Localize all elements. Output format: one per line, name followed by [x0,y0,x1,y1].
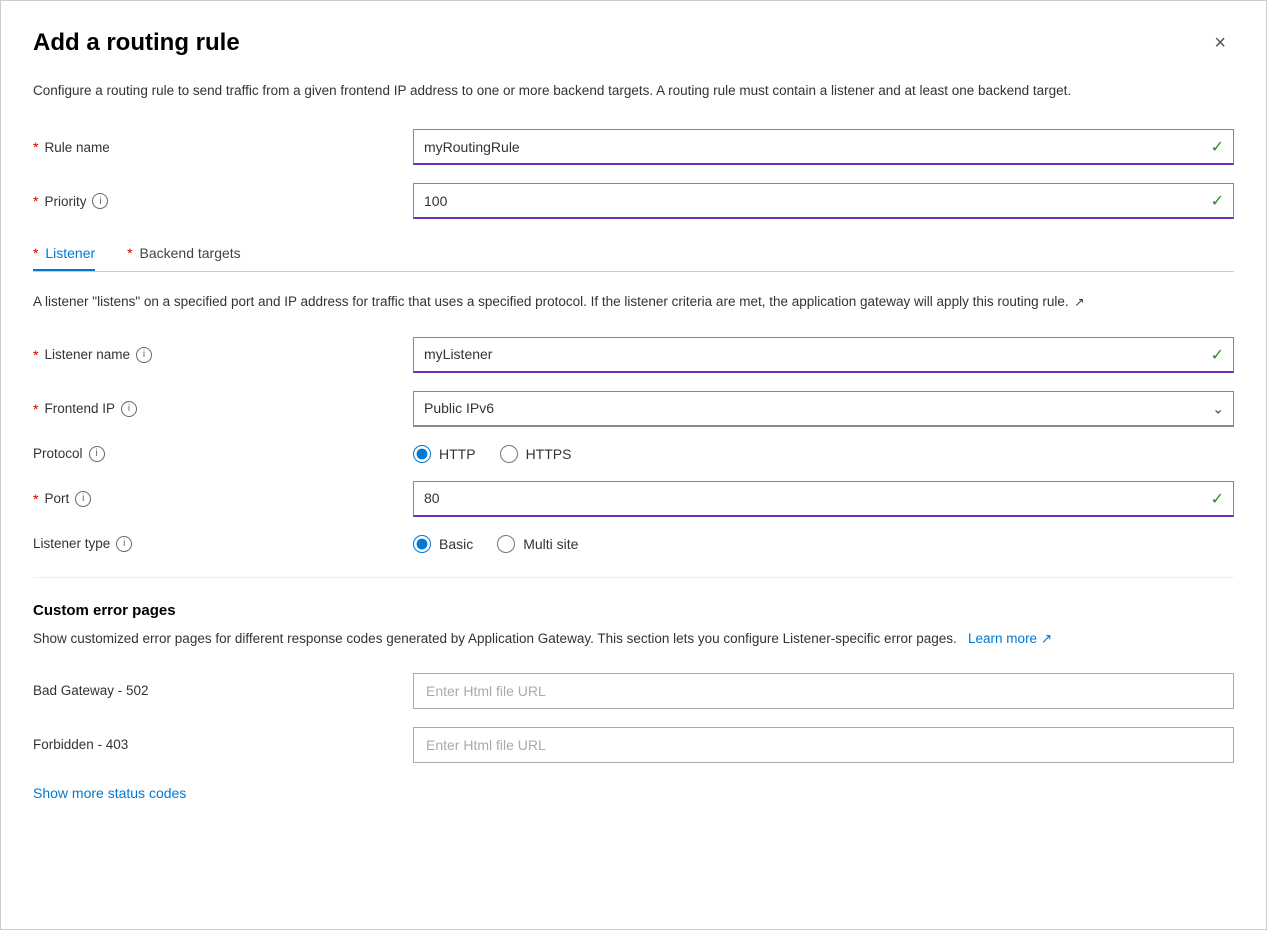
listener-name-control: ✓ [413,337,1234,373]
protocol-http-radio[interactable] [413,445,431,463]
forbidden-label: Forbidden - 403 [33,737,413,752]
listener-external-link-icon: ↗ [1074,293,1084,311]
priority-check-icon: ✓ [1211,191,1224,211]
tab-listener[interactable]: * Listener [33,237,95,271]
priority-row: * Priority i ✓ [33,183,1234,219]
priority-label: * Priority i [33,193,413,209]
port-label: * Port i [33,491,413,507]
protocol-info-icon: i [89,446,105,462]
listener-type-basic-label: Basic [439,536,473,552]
frontend-ip-info-icon: i [121,401,137,417]
forbidden-row: Forbidden - 403 [33,727,1234,763]
tab-listener-label: Listener [45,245,95,261]
learn-more-text: Learn more [968,631,1037,646]
listener-type-label: Listener type i [33,536,413,552]
priority-text: Priority [44,194,86,209]
dialog-title: Add a routing rule [33,29,240,57]
frontend-ip-row: * Frontend IP i Public IPv4 Public IPv6 … [33,391,1234,427]
rule-name-control: ✓ [413,129,1234,165]
protocol-row: Protocol i HTTP HTTPS [33,445,1234,463]
dialog-description: Configure a routing rule to send traffic… [33,81,1183,101]
listener-desc-text: A listener "listens" on a specified port… [33,294,1069,309]
listener-name-input[interactable] [413,337,1234,373]
frontend-ip-text: Frontend IP [44,401,115,416]
bad-gateway-label: Bad Gateway - 502 [33,683,413,698]
priority-required-star: * [33,193,38,209]
listener-type-multisite-option[interactable]: Multi site [497,535,578,553]
listener-name-text: Listener name [44,347,130,362]
rule-name-required-star: * [33,139,38,155]
tabs-container: * Listener * Backend targets [33,237,1234,272]
listener-name-info-icon: i [136,347,152,363]
protocol-http-option[interactable]: HTTP [413,445,476,463]
priority-input[interactable] [413,183,1234,219]
frontend-ip-label: * Frontend IP i [33,401,413,417]
learn-more-external-icon: ↗ [1041,631,1052,646]
tab-backend-targets[interactable]: * Backend targets [127,237,241,271]
custom-error-title: Custom error pages [33,602,1234,619]
port-row: * Port i ✓ [33,481,1234,517]
bad-gateway-input[interactable] [413,673,1234,709]
port-check-icon: ✓ [1211,489,1224,509]
custom-error-desc-text: Show customized error pages for differen… [33,631,957,646]
frontend-ip-select-wrapper: Public IPv4 Public IPv6 Private ⌄ [413,391,1234,427]
port-text: Port [44,491,69,506]
listener-type-info-icon: i [116,536,132,552]
rule-name-label: * Rule name [33,139,413,155]
forbidden-input[interactable] [413,727,1234,763]
tab-backend-star: * [127,245,132,261]
custom-error-description: Show customized error pages for differen… [33,629,1133,649]
priority-info-icon: i [92,193,108,209]
listener-type-multisite-radio[interactable] [497,535,515,553]
listener-type-basic-radio[interactable] [413,535,431,553]
rule-name-row: * Rule name ✓ [33,129,1234,165]
listener-name-star: * [33,347,38,363]
port-star: * [33,491,38,507]
close-button[interactable]: × [1206,29,1234,57]
listener-type-text: Listener type [33,536,110,551]
add-routing-rule-dialog: Add a routing rule × Configure a routing… [0,0,1267,930]
dialog-header: Add a routing rule × [33,29,1234,57]
listener-name-label: * Listener name i [33,347,413,363]
protocol-text: Protocol [33,446,83,461]
bad-gateway-control [413,673,1234,709]
protocol-http-label: HTTP [439,446,476,462]
priority-control: ✓ [413,183,1234,219]
protocol-label: Protocol i [33,446,413,462]
rule-name-check-icon: ✓ [1211,137,1224,157]
bad-gateway-row: Bad Gateway - 502 [33,673,1234,709]
port-info-icon: i [75,491,91,507]
listener-type-basic-option[interactable]: Basic [413,535,473,553]
protocol-radio-group: HTTP HTTPS [413,445,1234,463]
protocol-https-option[interactable]: HTTPS [500,445,572,463]
tab-listener-star: * [33,245,38,261]
protocol-https-label: HTTPS [526,446,572,462]
listener-type-multisite-label: Multi site [523,536,578,552]
forbidden-control [413,727,1234,763]
frontend-ip-star: * [33,401,38,417]
learn-more-link[interactable]: Learn more ↗ [964,631,1052,646]
rule-name-text: Rule name [44,140,109,155]
protocol-https-radio[interactable] [500,445,518,463]
frontend-ip-select[interactable]: Public IPv4 Public IPv6 Private [413,391,1234,427]
custom-error-section: Custom error pages Show customized error… [33,602,1234,801]
port-control: ✓ [413,481,1234,517]
listener-type-row: Listener type i Basic Multi site [33,535,1234,553]
listener-name-row: * Listener name i ✓ [33,337,1234,373]
tab-backend-label: Backend targets [140,245,241,261]
listener-description: A listener "listens" on a specified port… [33,292,1183,312]
show-more-status-codes-link[interactable]: Show more status codes [33,785,186,801]
rule-name-input[interactable] [413,129,1234,165]
listener-type-radio-group: Basic Multi site [413,535,1234,553]
listener-name-check-icon: ✓ [1211,345,1224,365]
port-input[interactable] [413,481,1234,517]
section-divider [33,577,1234,578]
